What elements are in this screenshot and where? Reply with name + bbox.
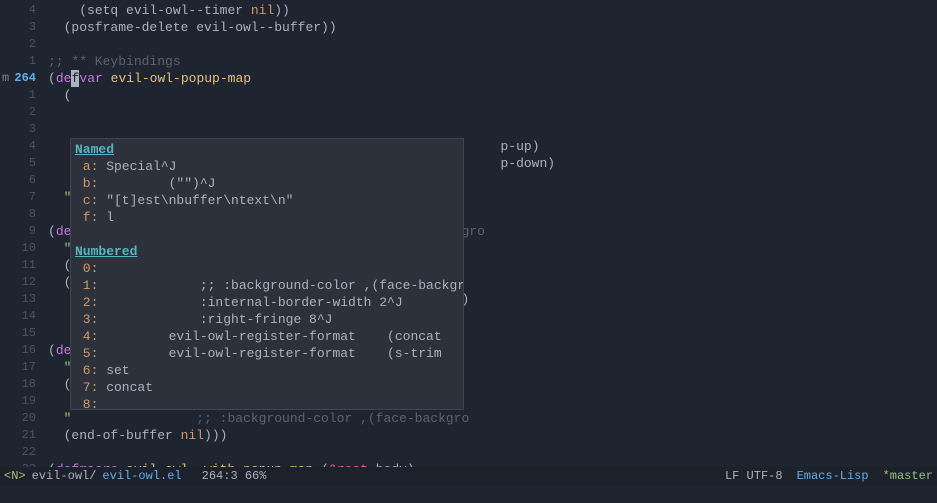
code-line[interactable]: m264(defvar evil-owl-popup-map bbox=[0, 70, 937, 87]
code-line[interactable]: 4 (setq evil-owl--timer nil)) bbox=[0, 2, 937, 19]
line-indicator: m bbox=[0, 70, 9, 87]
code-line[interactable]: 2 bbox=[0, 36, 937, 53]
line-number: 3 bbox=[0, 19, 48, 36]
popup-item: 8: bbox=[75, 396, 459, 410]
popup-item: b: ("")^J bbox=[75, 175, 459, 192]
code-content[interactable]: (defvar evil-owl-popup-map bbox=[48, 70, 937, 87]
line-number: 1 bbox=[0, 53, 48, 70]
line-number: 8 bbox=[0, 206, 48, 223]
code-content[interactable]: ( bbox=[48, 87, 937, 104]
line-number: 21 bbox=[0, 427, 48, 444]
modeline-vc-branch: *master bbox=[883, 468, 933, 485]
code-content[interactable]: (posframe-delete evil-owl--buffer)) bbox=[48, 19, 937, 36]
code-content[interactable]: " ;; :background-color ,(face-backgro bbox=[48, 410, 937, 427]
popup-item: 7: concat bbox=[75, 379, 459, 396]
line-number: 5 bbox=[0, 155, 48, 172]
line-number: 17 bbox=[0, 359, 48, 376]
code-line[interactable]: 20 " ;; :background-color ,(face-backgro bbox=[0, 410, 937, 427]
popup-item: f: l bbox=[75, 209, 459, 226]
code-content[interactable]: (setq evil-owl--timer nil)) bbox=[48, 2, 937, 19]
line-number: 12 bbox=[0, 274, 48, 291]
line-number: 18 bbox=[0, 376, 48, 393]
code-line[interactable]: 3 (posframe-delete evil-owl--buffer)) bbox=[0, 19, 937, 36]
modeline-path: evil-owl/evil-owl.el bbox=[26, 468, 182, 485]
line-number: 1 bbox=[0, 87, 48, 104]
popup-item: 2: :internal-border-width 2^J bbox=[75, 294, 459, 311]
line-number: 15 bbox=[0, 325, 48, 342]
line-number: 9 bbox=[0, 223, 48, 240]
popup-item: 3: :right-fringe 8^J bbox=[75, 311, 459, 328]
line-number: 4 bbox=[0, 2, 48, 19]
line-number: 2 bbox=[0, 104, 48, 121]
line-number: 13 bbox=[0, 291, 48, 308]
line-number: 11 bbox=[0, 257, 48, 274]
line-number: 10 bbox=[0, 240, 48, 257]
line-number: 7 bbox=[0, 189, 48, 206]
popup-section-header: Numbered bbox=[75, 243, 459, 260]
code-content[interactable]: ;; ** Keybindings bbox=[48, 53, 937, 70]
line-number: 22 bbox=[0, 444, 48, 461]
line-number: 20 bbox=[0, 410, 48, 427]
popup-item: 1: ;; :background-color ,(face-backgro bbox=[75, 277, 459, 294]
popup-item: a: Special^J bbox=[75, 158, 459, 175]
code-line[interactable]: 1 ( bbox=[0, 87, 937, 104]
code-line[interactable]: 1;; ** Keybindings bbox=[0, 53, 937, 70]
popup-item: 0: bbox=[75, 260, 459, 277]
modeline-position: 264:3 66% bbox=[202, 468, 267, 485]
modeline-major-mode: Emacs-Lisp bbox=[797, 468, 869, 485]
line-number: 2 bbox=[0, 36, 48, 53]
code-line[interactable]: 22 bbox=[0, 444, 937, 461]
code-line[interactable]: 21 (end-of-buffer nil))) bbox=[0, 427, 937, 444]
popup-item: 4: evil-owl-register-format (concat bbox=[75, 328, 459, 345]
line-number: 16 bbox=[0, 342, 48, 359]
line-number: 19 bbox=[0, 393, 48, 410]
popup-section-header: Named bbox=[75, 141, 459, 158]
code-line[interactable]: 3 bbox=[0, 121, 937, 138]
line-number: 6 bbox=[0, 172, 48, 189]
modeline: <N> evil-owl/evil-owl.el 264:3 66% LF UT… bbox=[0, 467, 937, 485]
popup-item: 6: set bbox=[75, 362, 459, 379]
evil-state-indicator: <N> bbox=[4, 468, 26, 485]
popup-item: 5: evil-owl-register-format (s-trim bbox=[75, 345, 459, 362]
register-popup: Named a: Special^J b: ("")^J c: "[t]est\… bbox=[70, 138, 464, 410]
popup-item: c: "[t]est\nbuffer\ntext\n" bbox=[75, 192, 459, 209]
line-number: 3 bbox=[0, 121, 48, 138]
code-content[interactable]: (end-of-buffer nil))) bbox=[48, 427, 937, 444]
code-line[interactable]: 2 bbox=[0, 104, 937, 121]
line-number: 14 bbox=[0, 308, 48, 325]
modeline-encoding: LF UTF-8 bbox=[725, 468, 783, 485]
line-number: 4 bbox=[0, 138, 48, 155]
minibuffer[interactable] bbox=[0, 485, 937, 503]
